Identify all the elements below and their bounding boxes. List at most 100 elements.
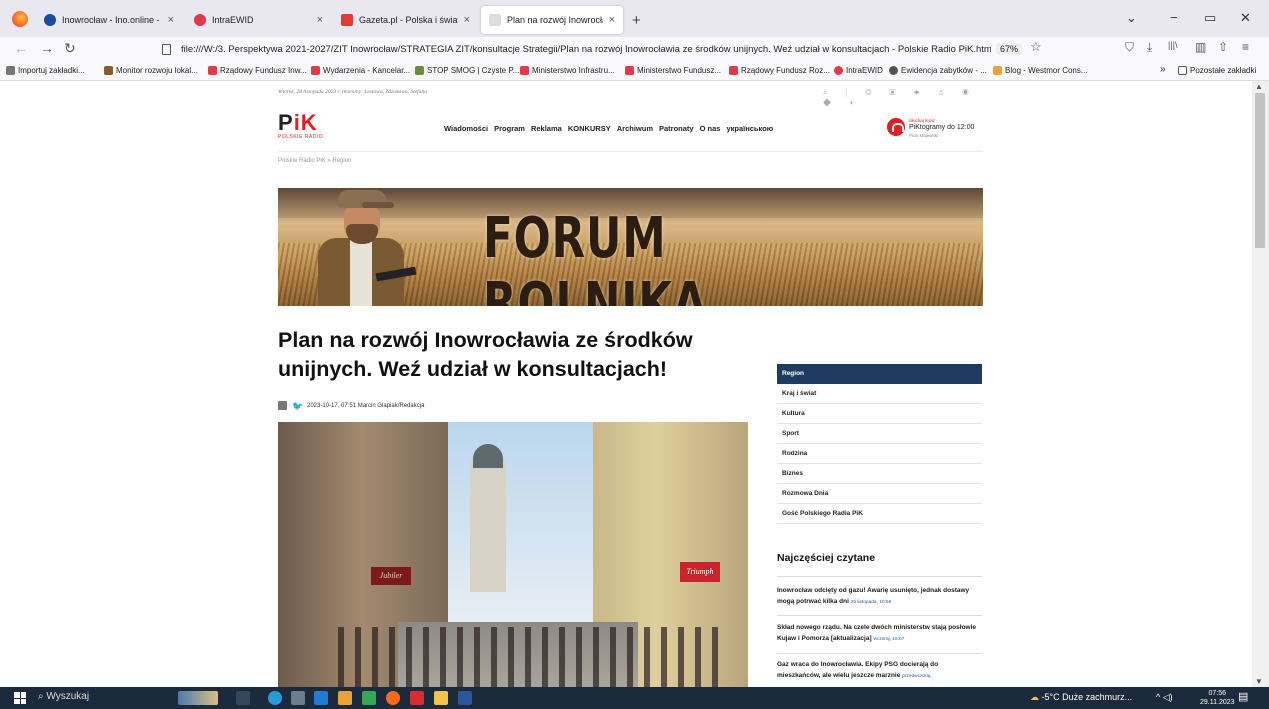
- category-region[interactable]: Region: [777, 364, 982, 384]
- article-headline: Plan na rozwój Inowrocławia ze środków u…: [278, 328, 693, 381]
- nav-reklama[interactable]: Reklama: [531, 124, 562, 133]
- nav-ukrainian[interactable]: українською: [726, 124, 773, 133]
- browser-window: Inowrocław - Ino.online - wiesc × IntraE…: [0, 0, 1269, 709]
- taskbar-search[interactable]: ⌕ Wyszukaj: [38, 691, 89, 702]
- forward-button[interactable]: →: [40, 40, 54, 56]
- nav-program[interactable]: Program: [494, 124, 525, 133]
- bookmark-minfund[interactable]: Ministerstwo Fundusz...: [625, 66, 721, 75]
- nav-wiadomosci[interactable]: Wiadomości: [444, 124, 488, 133]
- article-photo[interactable]: Jubiler Triumph: [278, 422, 748, 687]
- bookmark-ewidencja[interactable]: Ewidencja zabytków - ...: [889, 66, 987, 75]
- most-read-item[interactable]: Inowrocław odcięty od gazu! Awarię usuni…: [777, 585, 982, 608]
- list-tabs-icon[interactable]: ⌄: [1126, 10, 1137, 26]
- restore-button[interactable]: ▭: [1204, 10, 1216, 26]
- banner-title: FORUM ROLNIKA: [483, 206, 708, 306]
- bookmark-rfr[interactable]: Rządowy Fundusz Roz...: [729, 66, 830, 75]
- acrobat-icon[interactable]: [410, 691, 424, 705]
- headphones-icon[interactable]: [887, 118, 905, 136]
- globe-icon: [889, 66, 898, 75]
- bookmark-rfi[interactable]: Rządowy Fundusz Inw...: [208, 66, 307, 75]
- bookmark-star-icon[interactable]: ☆: [1030, 39, 1042, 55]
- weather-widget[interactable]: ☁ -5°C Duże zachmurz...: [1030, 692, 1132, 703]
- menu-icon[interactable]: ≡: [1242, 40, 1249, 54]
- nav-o-nas[interactable]: O nas: [700, 124, 721, 133]
- weather-icon: ☁: [1030, 692, 1039, 702]
- bookmark-intraewid[interactable]: IntraEWID: [834, 66, 883, 75]
- tab-plan-active[interactable]: Plan na rozwój Inowrocławia ze ×: [481, 6, 623, 34]
- firefox-taskbar-icon[interactable]: [386, 691, 400, 705]
- category-biznes[interactable]: Biznes: [777, 464, 982, 484]
- library-icon[interactable]: |||\: [1168, 40, 1178, 50]
- firefox-icon[interactable]: [12, 11, 28, 27]
- minimize-button[interactable]: −: [1170, 10, 1178, 25]
- mail-icon[interactable]: [314, 691, 328, 705]
- sidebar-icon[interactable]: ▥: [1195, 40, 1206, 54]
- site-logo[interactable]: PiK POLSKIE RADIO: [278, 112, 324, 146]
- back-button[interactable]: ←: [14, 40, 28, 56]
- notifications-icon[interactable]: ▤: [1238, 690, 1248, 703]
- category-sport[interactable]: Sport: [777, 424, 982, 444]
- category-rodzina[interactable]: Rodzina: [777, 444, 982, 464]
- store-icon[interactable]: [291, 691, 305, 705]
- close-tab-icon[interactable]: ×: [609, 14, 615, 26]
- tab-title: Inowrocław - Ino.online - wiesc: [62, 15, 162, 25]
- tab-inowroclaw[interactable]: Inowrocław - Ino.online - wiesc ×: [36, 6, 182, 34]
- file-explorer-icon[interactable]: [338, 691, 352, 705]
- category-gosc[interactable]: Gość Polskiego Radia PiK: [777, 504, 982, 524]
- most-read-item[interactable]: Gaz wraca do Inowrocławia. Ekipy PSG doc…: [777, 659, 982, 682]
- zoom-level[interactable]: 67%: [996, 43, 1023, 55]
- nav-archiwum[interactable]: Archiwum: [617, 124, 653, 133]
- word-icon[interactable]: [458, 691, 472, 705]
- most-read-title: Najczęściej czytane: [777, 552, 876, 564]
- breadcrumb[interactable]: Polskie Radio PiK » Region: [278, 158, 351, 164]
- bookmark-stopsmog[interactable]: STOP SMOG | Czyste P...: [415, 66, 519, 75]
- scroll-up-icon[interactable]: ▲: [1255, 82, 1263, 91]
- category-kultura[interactable]: Kultura: [777, 404, 982, 424]
- nav-konkursy[interactable]: KONKURSY: [568, 124, 611, 133]
- new-tab-button[interactable]: +: [632, 12, 641, 29]
- search-highlight-icon[interactable]: [178, 691, 218, 705]
- excel-icon[interactable]: [362, 691, 376, 705]
- reload-button[interactable]: ↻: [64, 40, 76, 57]
- other-bookmarks[interactable]: Pozostałe zakładki: [1178, 66, 1256, 75]
- downloads-icon[interactable]: ⤓: [1147, 40, 1152, 55]
- category-kraj-i-swiat[interactable]: Kraj i świat: [777, 384, 982, 404]
- bookmark-wydarzenia[interactable]: Wydarzenia - Kancelar...: [311, 66, 410, 75]
- scrollbar-thumb[interactable]: [1255, 93, 1265, 248]
- more-bookmarks-icon[interactable]: »: [1160, 64, 1166, 75]
- start-button[interactable]: [14, 692, 26, 704]
- bookmark-mininfra[interactable]: Ministerstwo Infrastru...: [520, 66, 615, 75]
- tab-gazeta[interactable]: Gazeta.pl - Polska i świat - wiad ×: [333, 6, 478, 34]
- edge-icon[interactable]: [268, 691, 282, 705]
- clock[interactable]: 07:56 29.11.2023: [1200, 689, 1235, 707]
- most-read-item[interactable]: Skład nowego rządu. Na czele dwóch minis…: [777, 622, 982, 645]
- bookmark-monitor[interactable]: Monitor rozwoju lokal...: [104, 66, 198, 75]
- share-icon[interactable]: ⇧: [1218, 40, 1228, 54]
- close-window-button[interactable]: ✕: [1240, 10, 1251, 26]
- facebook-icon[interactable]: [278, 401, 287, 410]
- twitter-icon[interactable]: 🐦: [292, 401, 303, 410]
- close-tab-icon[interactable]: ×: [317, 14, 323, 26]
- task-view-icon[interactable]: [236, 691, 250, 705]
- bookmark-blog[interactable]: Blog - Westmor Cons...: [993, 66, 1088, 75]
- system-tray[interactable]: ^ ◁): [1156, 692, 1173, 703]
- nav-patronaty[interactable]: Patronaty: [659, 124, 694, 133]
- tab-intraewid[interactable]: IntraEWID ×: [186, 6, 331, 34]
- listen-now-widget[interactable]: Słuchaj teraz PiKtogramy do 12:00 Piotr …: [887, 118, 983, 144]
- scroll-down-icon[interactable]: ▼: [1255, 677, 1263, 686]
- bookmark-import[interactable]: Importuj zakładki...: [6, 66, 85, 75]
- pocket-icon[interactable]: ⛉: [1125, 40, 1134, 55]
- forum-rolnika-banner[interactable]: FORUM ROLNIKA: [278, 188, 983, 306]
- url-text[interactable]: file:///W:/3. Perspektywa 2021-2027/ZIT …: [181, 44, 991, 55]
- close-tab-icon[interactable]: ×: [464, 14, 470, 26]
- category-rozmowa-dnia[interactable]: Rozmowa Dnia: [777, 484, 982, 504]
- close-tab-icon[interactable]: ×: [168, 14, 174, 26]
- page-content: Wtorek, 28 listopada 2023 r. Imieniny: L…: [0, 81, 1252, 687]
- listen-show: PiKtogramy do 12:00: [909, 124, 975, 131]
- tab-bar: Inowrocław - Ino.online - wiesc × IntraE…: [0, 0, 1269, 37]
- social-icons[interactable]: ⌕ | ◎ ▣ ✦ ♙ ◉ ◆ ◖: [823, 88, 983, 108]
- pik-icon: [489, 14, 501, 26]
- bookmark-icon: [625, 66, 634, 75]
- address-bar[interactable]: file:///W:/3. Perspektywa 2021-2027/ZIT …: [160, 39, 1042, 59]
- folder-taskbar-icon[interactable]: [434, 691, 448, 705]
